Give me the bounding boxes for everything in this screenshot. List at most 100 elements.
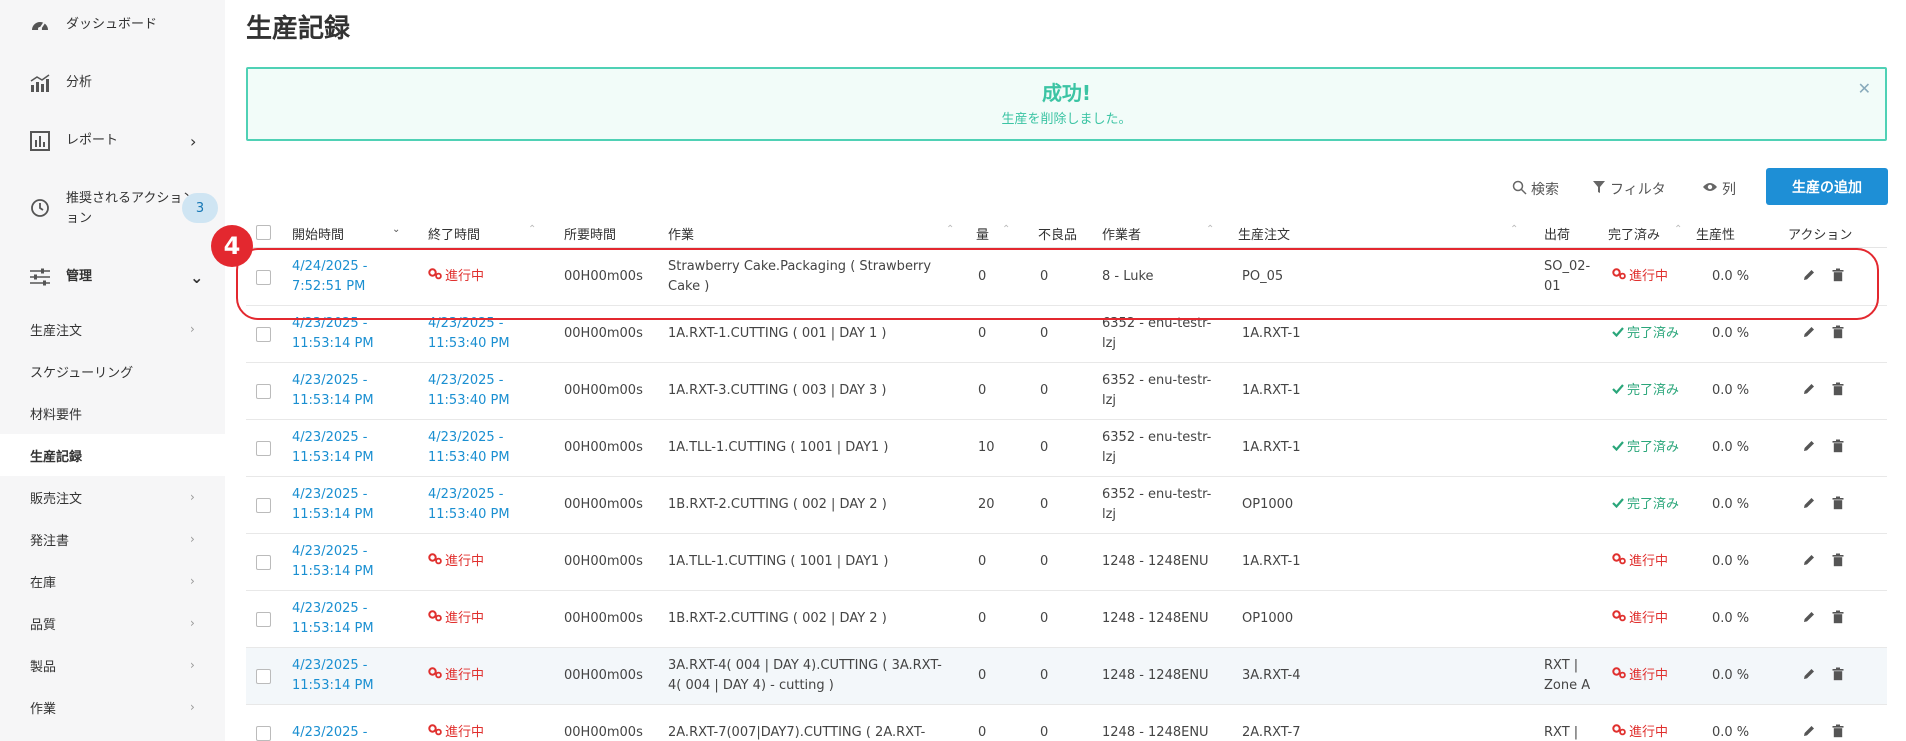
- sidebar-subitem-label: 品質: [30, 617, 57, 633]
- sort-icon[interactable]: ⌃: [528, 224, 536, 235]
- start-time-link[interactable]: 4/23/2025 -11:53:14 PM: [292, 314, 374, 354]
- delete-icon[interactable]: [1832, 724, 1844, 741]
- gears-icon: [1612, 609, 1626, 629]
- edit-icon[interactable]: [1802, 553, 1816, 571]
- worker-cell: 1248 - 1248ENU: [1102, 609, 1209, 629]
- chevron-right-icon: ›: [190, 658, 195, 672]
- column-header-worker[interactable]: 作業者: [1102, 224, 1141, 243]
- column-header-production-order[interactable]: 生産注文: [1238, 224, 1290, 243]
- defects-cell: 0: [1040, 383, 1049, 398]
- worker-line-1: 1248 - 1248ENU: [1102, 611, 1209, 626]
- task-line-1: 1A.TLL-1.CUTTING ( 1001 | DAY1 ): [668, 440, 889, 455]
- shipment-line-1: RXT |: [1544, 725, 1579, 740]
- start-time: 11:53:14 PM: [292, 678, 374, 693]
- sort-icon[interactable]: ⌃: [1206, 224, 1214, 235]
- sidebar-subitem-sales-orders[interactable]: 販売注文 ›: [0, 476, 225, 518]
- start-time-link[interactable]: 4/23/2025 -11:53:14 PM: [292, 371, 374, 411]
- worker-cell: 6352 - enu-testr-lzj: [1102, 371, 1211, 411]
- duration-cell: 00H00m00s: [564, 668, 643, 683]
- report-icon: [28, 129, 52, 153]
- start-time-link[interactable]: 4/23/2025 -11:53:14 PM: [292, 542, 374, 582]
- start-time-link[interactable]: 4/23/2025 -: [292, 723, 367, 741]
- table-row[interactable]: 4/23/2025 - 11:53:14 PM 進行中 00H00m00s 1A.TLL…: [246, 534, 1887, 591]
- filter-button[interactable]: フィルタ: [1592, 178, 1666, 200]
- end-time-link[interactable]: 4/23/2025 -11:53:40 PM: [428, 371, 510, 411]
- sort-icon[interactable]: ⌃: [946, 224, 954, 235]
- sidebar-subitem-operations[interactable]: 作業 ›: [0, 686, 225, 728]
- row-checkbox[interactable]: [256, 612, 271, 627]
- end-time-link[interactable]: 4/23/2025 -11:53:40 PM: [428, 314, 510, 354]
- table-row[interactable]: 4/23/2025 - 11:53:14 PM 進行中 00H00m00s 3A.RXT…: [246, 648, 1887, 705]
- column-header-task[interactable]: 作業: [668, 224, 694, 243]
- sort-icon[interactable]: ⌃: [1002, 224, 1010, 235]
- column-header-duration[interactable]: 所要時間: [564, 224, 616, 243]
- table-row[interactable]: 4/23/2025 - 進行中 00H00m00s 2A.RXT-7(007|DAY7…: [246, 705, 1887, 741]
- sidebar-subitem-scheduling[interactable]: スケジューリング: [0, 350, 225, 392]
- row-checkbox[interactable]: [256, 327, 271, 342]
- row-checkbox[interactable]: [256, 384, 271, 399]
- sort-icon[interactable]: ⌃: [1674, 224, 1682, 235]
- column-header-shipment[interactable]: 出荷: [1544, 224, 1570, 243]
- history-icon: [28, 196, 52, 220]
- table-row[interactable]: 4/23/2025 - 11:53:14 PM 4/23/2025 - 11:53:4…: [246, 420, 1887, 477]
- close-icon[interactable]: ✕: [1858, 79, 1871, 98]
- sidebar-item-reports[interactable]: レポート ›: [0, 130, 225, 152]
- delete-icon[interactable]: [1832, 610, 1844, 628]
- select-all-checkbox[interactable]: [256, 225, 271, 240]
- end-time-link[interactable]: 4/23/2025 -11:53:40 PM: [428, 485, 510, 525]
- edit-icon[interactable]: [1802, 724, 1816, 741]
- sidebar-subitem-production-orders[interactable]: 生産注文 ›: [0, 308, 225, 350]
- end-time-link[interactable]: 4/23/2025 -11:53:40 PM: [428, 428, 510, 468]
- row-checkbox[interactable]: [256, 555, 271, 570]
- sidebar-item-management[interactable]: 管理 ⌄: [0, 266, 225, 288]
- sidebar-subitem-production-records[interactable]: 生産記録: [0, 434, 225, 476]
- column-header-defects[interactable]: 不良品: [1038, 224, 1077, 243]
- start-time-link[interactable]: 4/23/2025 -11:53:14 PM: [292, 428, 374, 468]
- sidebar-subitem-products[interactable]: 製品 ›: [0, 644, 225, 686]
- delete-icon[interactable]: [1832, 325, 1844, 343]
- delete-icon[interactable]: [1832, 553, 1844, 571]
- sidebar-item-dashboard[interactable]: ダッシュボード: [0, 14, 225, 36]
- start-time-link[interactable]: 4/23/2025 -11:53:14 PM: [292, 599, 374, 639]
- sidebar-subitem-material-requirements[interactable]: 材料要件: [0, 392, 225, 434]
- edit-icon[interactable]: [1802, 382, 1816, 400]
- start-time-link[interactable]: 4/23/2025 -11:53:14 PM: [292, 656, 374, 696]
- sidebar-item-analytics[interactable]: 分析: [0, 72, 225, 94]
- edit-icon[interactable]: [1802, 610, 1816, 628]
- column-header-end[interactable]: 終了時間: [428, 224, 480, 243]
- search-button[interactable]: 検索: [1512, 178, 1559, 200]
- row-checkbox[interactable]: [256, 498, 271, 513]
- start-time-link[interactable]: 4/23/2025 -11:53:14 PM: [292, 485, 374, 525]
- columns-button[interactable]: 列: [1702, 178, 1736, 200]
- delete-icon[interactable]: [1832, 439, 1844, 457]
- sidebar-subitem-purchase-orders[interactable]: 発注書 ›: [0, 518, 225, 560]
- edit-icon[interactable]: [1802, 496, 1816, 514]
- column-header-start[interactable]: 開始時間: [292, 224, 344, 243]
- chevron-right-icon: ›: [190, 616, 195, 630]
- sort-icon[interactable]: ⌄: [392, 224, 400, 235]
- table-row[interactable]: 4/23/2025 - 11:53:14 PM 進行中 00H00m00s 1B.RXT…: [246, 591, 1887, 648]
- gears-icon: [1612, 666, 1626, 686]
- table-row[interactable]: 4/23/2025 - 11:53:14 PM 4/23/2025 - 11:53:4…: [246, 363, 1887, 420]
- column-header-completed[interactable]: 完了済み: [1608, 224, 1660, 243]
- delete-icon[interactable]: [1832, 496, 1844, 514]
- delete-icon[interactable]: [1832, 382, 1844, 400]
- edit-icon[interactable]: [1802, 439, 1816, 457]
- production-order-cell: OP1000: [1242, 611, 1294, 626]
- delete-icon[interactable]: [1832, 667, 1844, 685]
- row-checkbox[interactable]: [256, 441, 271, 456]
- status-label: 完了済み: [1627, 497, 1680, 512]
- column-header-productivity[interactable]: 生産性: [1696, 224, 1735, 243]
- row-checkbox[interactable]: [256, 669, 271, 684]
- edit-icon[interactable]: [1802, 325, 1816, 343]
- edit-icon[interactable]: [1802, 667, 1816, 685]
- row-checkbox[interactable]: [256, 726, 271, 741]
- sort-icon[interactable]: ⌃: [1510, 224, 1518, 235]
- table-row[interactable]: 4/23/2025 - 11:53:14 PM 4/23/2025 - 11:53:4…: [246, 477, 1887, 534]
- add-production-button[interactable]: 生産の追加: [1766, 168, 1888, 205]
- column-header-quantity[interactable]: 量: [976, 224, 989, 243]
- column-header-actions: アクション: [1788, 228, 1853, 243]
- sidebar-subitem-inventory[interactable]: 在庫 ›: [0, 560, 225, 602]
- sidebar-subitem-quality[interactable]: 品質 ›: [0, 602, 225, 644]
- start-date: 4/23/2025 -: [292, 487, 368, 502]
